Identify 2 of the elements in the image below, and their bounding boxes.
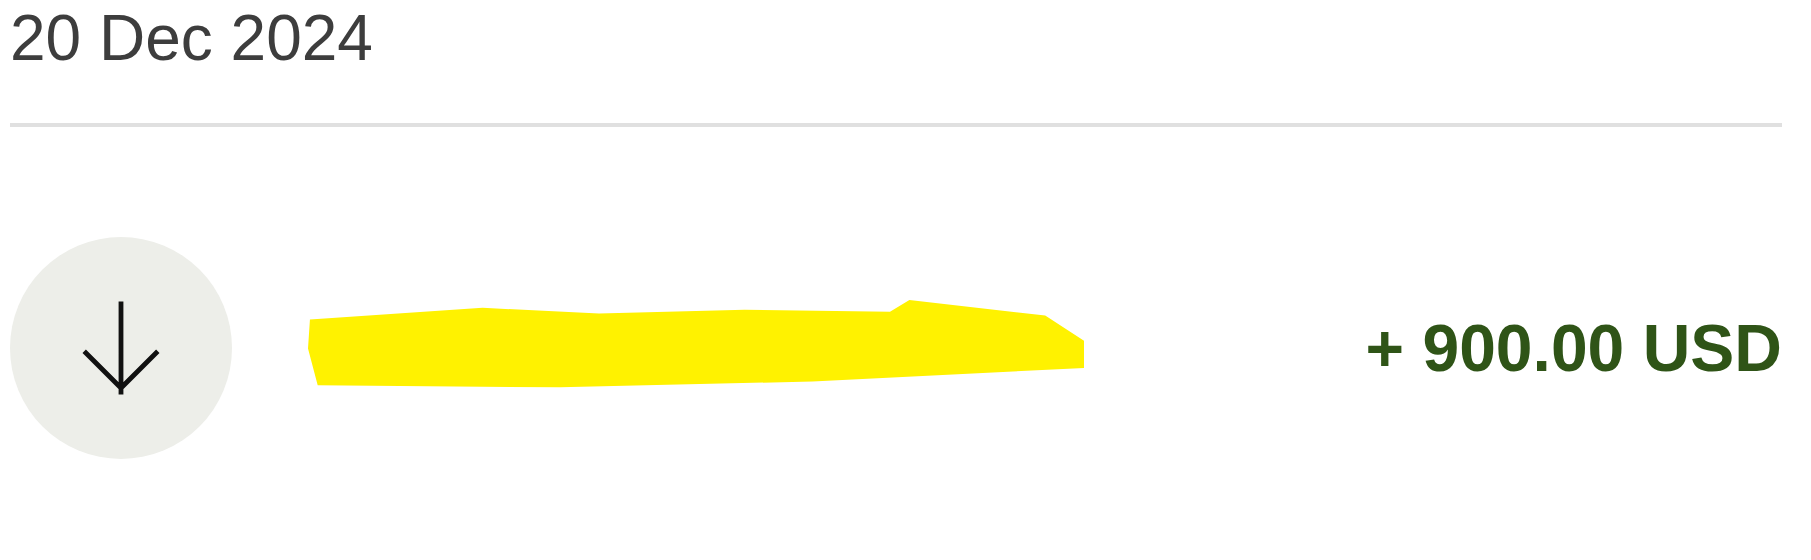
date-header: 20 Dec 2024 [10,1,374,76]
transaction-amount: + 900.00 USD [1365,310,1782,386]
